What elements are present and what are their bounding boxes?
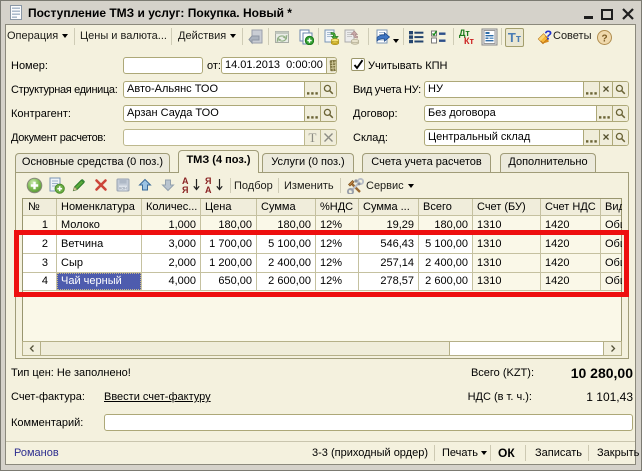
svg-text:?: ? [601,34,607,45]
svg-text:?: ? [544,29,552,43]
svg-text:КОН: КОН [119,187,127,191]
